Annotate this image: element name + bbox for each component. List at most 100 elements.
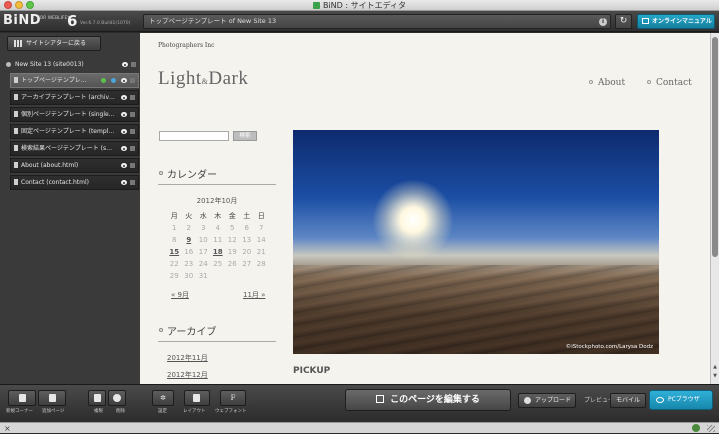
- scrollbar-thumb[interactable]: [712, 37, 718, 257]
- photo-credit: ©iStockphoto.com/Larysa Dodz: [565, 344, 653, 350]
- calendar-day-head: 火: [185, 212, 193, 220]
- page-item-search[interactable]: 検索結果ページテンプレート (s…: [10, 141, 139, 156]
- settings-square-icon[interactable]: [130, 78, 135, 83]
- settings-square-icon[interactable]: [130, 180, 135, 185]
- nav-link-about[interactable]: About: [589, 78, 625, 88]
- eye-icon: [656, 397, 664, 403]
- visibility-eye-icon[interactable]: [121, 78, 127, 83]
- close-icon[interactable]: ×: [4, 423, 11, 434]
- bind-logo: BiND FOR WEBLIFE* 6 Ver.6.7.0 Build1(107…: [3, 12, 131, 30]
- webfont-label: ウェブフォント: [215, 409, 247, 414]
- calendar-day: 22: [169, 260, 179, 268]
- preview-scrollbar[interactable]: ▲ ▼: [710, 33, 719, 384]
- settings-square-icon[interactable]: [131, 62, 136, 67]
- new-corner-button[interactable]: [8, 390, 36, 406]
- calendar-day: [240, 270, 255, 282]
- bottom-toolbar: 新規コーナー 追加ページ 複製 削除 ✲ F 設定 レイアウト ウェブフォント …: [0, 384, 719, 422]
- calendar-day: 6: [244, 224, 249, 232]
- settings-square-icon[interactable]: [130, 112, 135, 117]
- new-corner-icon: [19, 394, 26, 402]
- visibility-eye-icon[interactable]: [122, 62, 128, 67]
- mobile-preview-button[interactable]: モバイル: [610, 393, 646, 408]
- page-doc-icon: [14, 128, 18, 134]
- bind-app-icon: [312, 2, 320, 9]
- calendar-day: 30: [184, 272, 194, 280]
- page-url-bar[interactable]: トップページテンプレート of New Site 13 i: [143, 14, 611, 29]
- add-page-button[interactable]: [38, 390, 66, 406]
- site-node[interactable]: New Site 13 (site0013): [0, 58, 140, 71]
- visibility-eye-icon[interactable]: [121, 112, 127, 117]
- online-manual-button[interactable]: オンラインマニュアル: [637, 14, 715, 29]
- pc-browser-preview-button[interactable]: PCブラウザ: [649, 390, 713, 410]
- duplicate-icon: [94, 394, 101, 402]
- page-item-template[interactable]: 固定ページテンプレート (templ…: [10, 124, 139, 139]
- settings-square-icon[interactable]: [130, 163, 135, 168]
- calendar-prev-link[interactable]: « 9月: [171, 290, 189, 300]
- page-item-about[interactable]: About (about.html): [10, 158, 139, 173]
- site-title[interactable]: Light&Dark: [158, 68, 248, 90]
- add-page-label: 追加ページ: [42, 409, 65, 414]
- archive-heading: アーカイブ: [158, 323, 276, 342]
- scroll-down-arrow-icon[interactable]: ▼: [712, 373, 718, 379]
- book-icon: [642, 18, 649, 24]
- settings-square-icon[interactable]: [130, 146, 135, 151]
- calendar-day: 2: [186, 224, 191, 232]
- settings-square-icon[interactable]: [130, 95, 135, 100]
- page-tree: New Site 13 (site0013) トップページテンプレ… アーカイブ…: [0, 58, 140, 190]
- calendar-day-link[interactable]: 9: [182, 234, 197, 246]
- window-title: BiND : サイトエディタ: [0, 0, 719, 11]
- gear-icon: ✲: [160, 394, 166, 402]
- page-preview: Photographers Inc Light&Dark About Conta…: [140, 33, 710, 384]
- page-item-contact[interactable]: Contact (contact.html): [10, 175, 139, 190]
- calendar-day: 16: [184, 248, 194, 256]
- main-toolbar: BiND FOR WEBLIFE* 6 Ver.6.7.0 Build1(107…: [0, 11, 719, 32]
- visibility-eye-icon[interactable]: [121, 180, 127, 185]
- calendar-next-link[interactable]: 11月 »: [243, 290, 265, 300]
- page-item-top[interactable]: トップページテンプレ…: [10, 73, 139, 88]
- new-corner-label: 新規コーナー: [6, 409, 33, 414]
- scroll-up-arrow-icon[interactable]: ▲: [712, 364, 718, 370]
- reload-button[interactable]: ↻: [615, 14, 632, 29]
- nav-link-contact[interactable]: Contact: [647, 78, 692, 88]
- calendar-day: 10: [198, 236, 208, 244]
- search-input[interactable]: [159, 131, 229, 141]
- resize-grip-icon[interactable]: [707, 425, 715, 432]
- calendar-day-link[interactable]: 15: [167, 246, 182, 258]
- edit-this-page-button[interactable]: このページを編集する: [345, 389, 511, 411]
- page-doc-icon: [14, 145, 18, 151]
- page-item-archive[interactable]: アーカイブテンプレート (archiv…: [10, 90, 139, 105]
- calendar-heading: カレンダー: [158, 166, 276, 185]
- calendar-day: [225, 270, 240, 282]
- calendar-week-row: 15 16 17 18 19 20 21: [167, 246, 269, 258]
- visibility-eye-icon[interactable]: [121, 163, 127, 168]
- settings-square-icon[interactable]: [130, 129, 135, 134]
- calendar-day-link[interactable]: 18: [211, 246, 226, 258]
- visibility-eye-icon[interactable]: [121, 146, 127, 151]
- archive-link[interactable]: 2012年11月: [167, 353, 208, 363]
- layout-button[interactable]: [184, 390, 210, 406]
- info-icon[interactable]: i: [599, 18, 607, 26]
- calendar-day: [211, 270, 226, 282]
- calendar-day: 3: [201, 224, 206, 232]
- calendar-day-head: 土: [243, 212, 251, 220]
- search-button[interactable]: 検索: [233, 131, 257, 141]
- calendar-day-head: 木: [214, 212, 222, 220]
- back-to-site-theater-button[interactable]: サイトシアターに戻る: [7, 36, 101, 51]
- webfont-button[interactable]: F: [220, 390, 246, 406]
- upload-play-icon: [524, 397, 531, 404]
- calendar-day: 13: [242, 236, 252, 244]
- page-doc-icon: [14, 111, 18, 117]
- duplicate-button[interactable]: [88, 390, 106, 406]
- upload-button[interactable]: アップロード: [518, 393, 576, 408]
- visibility-eye-icon[interactable]: [121, 129, 127, 134]
- calendar-day: 29: [169, 272, 179, 280]
- status-bar: ×: [0, 422, 719, 433]
- calendar-day: 21: [256, 248, 266, 256]
- visibility-eye-icon[interactable]: [121, 95, 127, 100]
- url-text: トップページテンプレート of New Site 13: [149, 17, 277, 25]
- calendar-day: 23: [184, 260, 194, 268]
- delete-button[interactable]: [108, 390, 126, 406]
- page-item-single[interactable]: 個別ページテンプレート (single…: [10, 107, 139, 122]
- archive-link[interactable]: 2012年12月: [167, 370, 208, 380]
- settings-button[interactable]: ✲: [152, 390, 174, 406]
